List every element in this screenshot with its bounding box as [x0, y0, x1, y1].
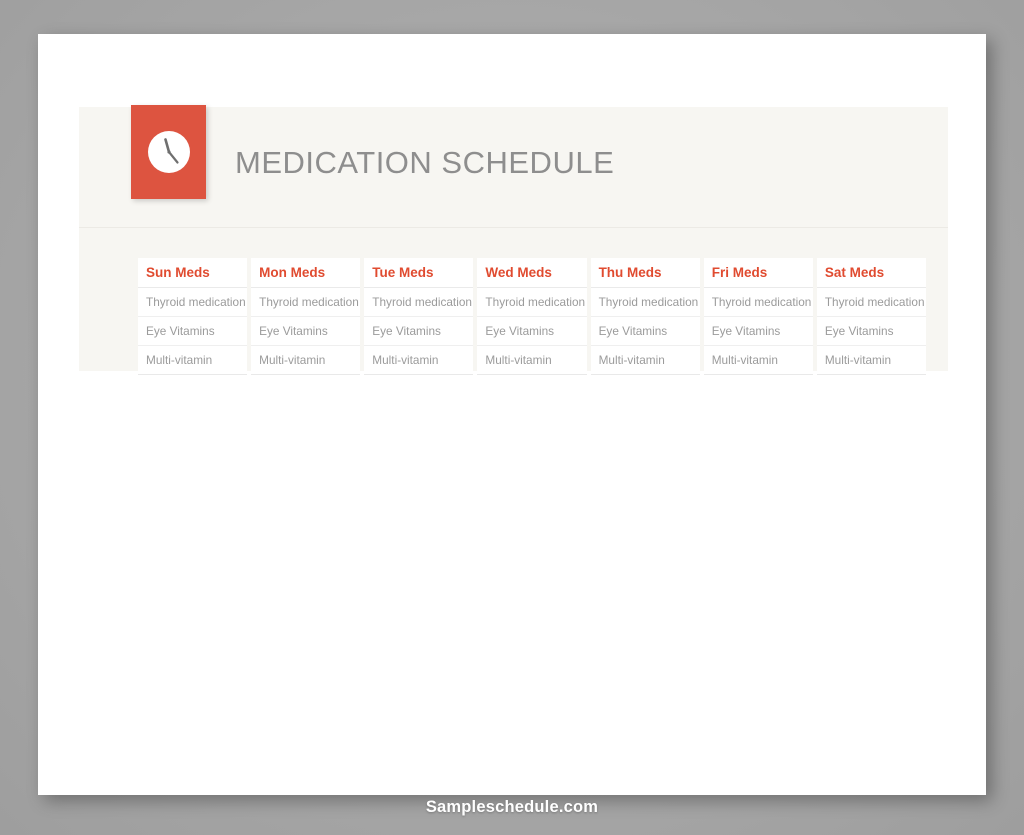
- table-row: Multi-vitamin Multi-vitamin Multi-vitami…: [138, 346, 926, 375]
- table-cell: Multi-vitamin: [590, 346, 700, 375]
- clock-icon: [147, 131, 190, 173]
- table-cell: Thyroid medication: [703, 288, 813, 317]
- table-cell: Thyroid medication: [251, 288, 361, 317]
- table-cell: Eye Vitamins: [477, 317, 587, 346]
- column-header-mon: Mon Meds: [251, 258, 361, 288]
- table-body: Thyroid medication Thyroid medication Th…: [138, 288, 926, 375]
- panel-header: MEDICATION SCHEDULE: [79, 105, 948, 228]
- column-header-sun: Sun Meds: [138, 258, 248, 288]
- table-cell: Eye Vitamins: [364, 317, 474, 346]
- table-cell: Multi-vitamin: [364, 346, 474, 375]
- document-page: MEDICATION SCHEDULE Sun Meds Mon Meds Tu…: [38, 34, 986, 795]
- table-cell: Thyroid medication: [477, 288, 587, 317]
- clock-icon-block: [131, 105, 206, 199]
- column-header-sat: Sat Meds: [816, 258, 926, 288]
- table-head: Sun Meds Mon Meds Tue Meds Wed Meds Thu …: [138, 258, 926, 288]
- table-cell: Multi-vitamin: [477, 346, 587, 375]
- table-row: Thyroid medication Thyroid medication Th…: [138, 288, 926, 317]
- column-header-tue: Tue Meds: [364, 258, 474, 288]
- table-cell: Thyroid medication: [590, 288, 700, 317]
- table-cell: Thyroid medication: [816, 288, 926, 317]
- medication-schedule-table: Sun Meds Mon Meds Tue Meds Wed Meds Thu …: [134, 258, 930, 375]
- site-watermark: Sampleschedule.com: [425, 798, 599, 816]
- table-row: Eye Vitamins Eye Vitamins Eye Vitamins E…: [138, 317, 926, 346]
- table-cell: Multi-vitamin: [816, 346, 926, 375]
- table-cell: Eye Vitamins: [138, 317, 248, 346]
- table-cell: Thyroid medication: [138, 288, 248, 317]
- column-header-fri: Fri Meds: [703, 258, 813, 288]
- table-cell: Eye Vitamins: [251, 317, 361, 346]
- table-cell: Eye Vitamins: [816, 317, 926, 346]
- table-cell: Eye Vitamins: [703, 317, 813, 346]
- table-cell: Multi-vitamin: [251, 346, 361, 375]
- schedule-table-wrapper: Sun Meds Mon Meds Tue Meds Wed Meds Thu …: [134, 258, 930, 375]
- table-header-row: Sun Meds Mon Meds Tue Meds Wed Meds Thu …: [138, 258, 926, 288]
- table-cell: Eye Vitamins: [590, 317, 700, 346]
- schedule-panel: MEDICATION SCHEDULE Sun Meds Mon Meds Tu…: [79, 105, 948, 375]
- column-header-thu: Thu Meds: [590, 258, 700, 288]
- table-cell: Multi-vitamin: [703, 346, 813, 375]
- table-cell: Multi-vitamin: [138, 346, 248, 375]
- column-header-wed: Wed Meds: [477, 258, 587, 288]
- page-title: MEDICATION SCHEDULE: [235, 145, 615, 180]
- table-cell: Thyroid medication: [364, 288, 474, 317]
